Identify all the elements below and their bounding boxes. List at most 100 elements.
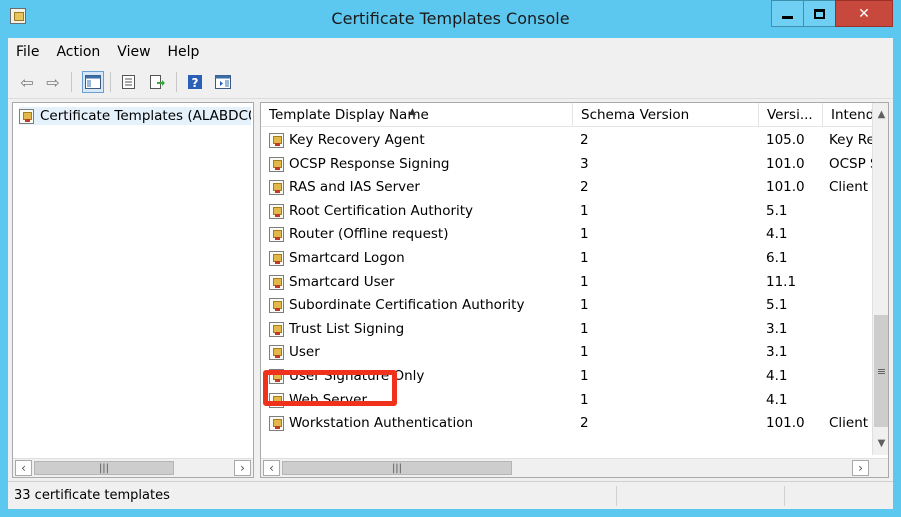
list-horizontal-scrollbar[interactable]: ‹ ||| › (261, 458, 888, 477)
version-cell: 3.1 (766, 320, 788, 337)
intended-purpose-cell (829, 200, 874, 223)
list-header: Template Display Name ▲ Schema Version V… (261, 103, 873, 127)
minimize-icon (782, 16, 793, 19)
version-cell: 101.0 (766, 155, 805, 172)
scroll-thumb[interactable]: ||| (34, 461, 174, 475)
menu-help[interactable]: Help (168, 44, 200, 60)
template-name-cell: Trust List Signing (269, 318, 569, 341)
scroll-thumb[interactable]: ≡ (874, 315, 888, 427)
tree-item-label: Certificate Templates (ALABDC01.ALAB.loc… (40, 108, 251, 124)
version-cell: 4.1 (766, 391, 788, 408)
version-cell: 101.0 (766, 415, 805, 432)
version-cell: 5.1 (766, 202, 788, 219)
maximize-button[interactable] (803, 0, 836, 27)
schema-version-cell: 1 (580, 297, 589, 314)
scroll-up-button[interactable]: ▲ (873, 106, 888, 123)
title-bar[interactable]: Certificate Templates Console ✕ (0, 0, 901, 38)
template-name-cell: Subordinate Certification Authority (269, 294, 569, 317)
version-cell: 6.1 (766, 250, 788, 266)
scroll-thumb[interactable]: ||| (282, 461, 512, 475)
scroll-left-button[interactable]: ‹ (263, 460, 280, 476)
intended-purpose-cell: Key Recovery Agent (829, 132, 874, 148)
help-icon[interactable]: ? (184, 71, 206, 93)
menu-file[interactable]: File (16, 44, 39, 60)
template-name: Workstation Authentication (289, 415, 474, 432)
table-row[interactable]: Subordinate Certification Authority 1 5.1 (261, 294, 872, 317)
table-row[interactable]: Workstation Authentication 2 101.0 Client A… (261, 412, 874, 435)
tree-horizontal-scrollbar[interactable]: ‹ ||| › (13, 458, 253, 477)
intended-purpose-cell (829, 341, 874, 364)
scroll-right-button[interactable]: › (852, 460, 869, 476)
template-name-cell: Root Certification Authority (269, 200, 569, 223)
close-icon: ✕ (858, 5, 870, 22)
table-row[interactable]: Router (Offline request) 1 4.1 (261, 223, 872, 246)
certificate-template-icon (269, 227, 284, 243)
table-row[interactable]: Smartcard User 1 11.1 (261, 271, 872, 294)
show-hide-action-pane-icon[interactable] (212, 71, 234, 93)
schema-version-cell: 1 (580, 368, 589, 384)
properties-icon[interactable] (118, 71, 140, 93)
toolbar-separator (110, 72, 111, 92)
menu-bar: File Action View Help (8, 38, 893, 65)
sort-ascending-icon: ▲ (409, 107, 416, 117)
scroll-right-button[interactable]: › (234, 460, 251, 476)
template-name: Subordinate Certification Authority (289, 297, 525, 314)
schema-version-cell: 1 (580, 273, 589, 290)
status-separator (784, 486, 785, 506)
menu-action[interactable]: Action (56, 44, 100, 60)
column-header-intended-purpose[interactable]: Intended Purpose (823, 103, 873, 127)
table-row[interactable]: OCSP Response Signing 3 101.0 OCSP Signing (261, 153, 874, 176)
template-name-cell: Smartcard Logon (269, 247, 569, 270)
scroll-left-button[interactable]: ‹ (15, 460, 32, 476)
tree-item-certificate-templates[interactable]: Certificate Templates (ALABDC01.ALAB.loc… (19, 107, 251, 125)
schema-version-cell: 1 (580, 320, 589, 337)
close-button[interactable]: ✕ (835, 0, 893, 27)
schema-version-cell: 1 (580, 391, 589, 408)
column-header-template-display-name[interactable]: Template Display Name ▲ (261, 103, 573, 127)
template-name: Trust List Signing (289, 320, 405, 337)
table-row[interactable]: RAS and IAS Server 2 101.0 Client Authentic… (261, 176, 874, 199)
intended-purpose-cell (829, 247, 874, 270)
menu-view[interactable]: View (117, 44, 150, 60)
intended-purpose-cell: OCSP Signing (829, 155, 874, 172)
schema-version-cell: 2 (580, 415, 589, 432)
intended-purpose-cell: Client Authentication (829, 415, 874, 432)
certificate-template-icon (269, 251, 284, 266)
template-name-cell: Workstation Authentication (269, 412, 569, 435)
certificate-template-icon (269, 133, 284, 148)
template-name: RAS and IAS Server (289, 179, 420, 196)
column-header-label: Template Display Name (269, 107, 429, 123)
toolbar: ⇦ ⇨ ? (8, 65, 893, 99)
show-hide-tree-icon[interactable] (82, 71, 104, 93)
certificate-template-icon (269, 203, 284, 219)
minimize-button[interactable] (771, 0, 804, 27)
template-name-cell: Key Recovery Agent (269, 129, 569, 152)
window-title: Certificate Templates Console (331, 9, 570, 28)
intended-purpose-cell: Client Authentication (829, 179, 874, 196)
scroll-down-button[interactable]: ▼ (873, 435, 888, 452)
template-name-cell: Router (Offline request) (269, 223, 569, 246)
forward-arrow-icon[interactable]: ⇨ (42, 71, 64, 93)
intended-purpose-cell (829, 271, 874, 294)
export-list-icon[interactable] (146, 71, 168, 93)
schema-version-cell: 2 (580, 132, 589, 148)
table-row[interactable]: Trust List Signing 1 3.1 (261, 318, 872, 341)
back-arrow-icon[interactable]: ⇦ (16, 71, 38, 93)
schema-version-cell: 1 (580, 344, 589, 361)
schema-version-cell: 2 (580, 179, 589, 196)
table-row[interactable]: Key Recovery Agent 2 105.0 Key Recovery Age… (261, 129, 874, 152)
template-name: Key Recovery Agent (289, 132, 425, 148)
template-name-cell: User (269, 341, 569, 364)
list-vertical-scrollbar[interactable]: ▲ ≡ ▼ (872, 103, 888, 455)
intended-purpose-cell (829, 318, 874, 341)
table-row[interactable]: User 1 3.1 (261, 341, 872, 364)
table-row[interactable]: Root Certification Authority 1 5.1 (261, 200, 872, 223)
table-row[interactable]: Smartcard Logon 1 6.1 (261, 247, 872, 270)
column-header-schema-version[interactable]: Schema Version (573, 103, 759, 127)
client-area: File Action View Help ⇦ ⇨ ? Certificate … (8, 38, 893, 509)
version-cell: 5.1 (766, 297, 788, 314)
column-header-version[interactable]: Versi... (759, 103, 823, 127)
status-bar: 33 certificate templates (8, 481, 893, 509)
app-window: Certificate Templates Console ✕ File Act… (0, 0, 901, 517)
template-list-pane: Template Display Name ▲ Schema Version V… (260, 102, 889, 478)
